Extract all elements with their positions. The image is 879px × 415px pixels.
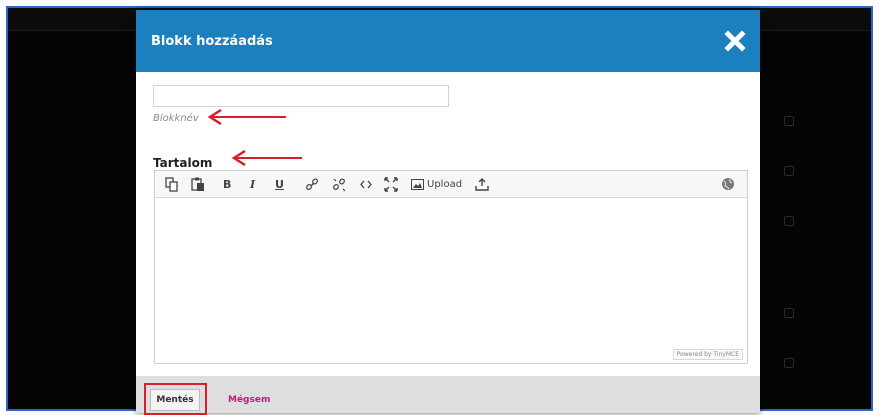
copy-button[interactable] (165, 177, 179, 192)
background-icon (784, 216, 794, 226)
annotation-arrow-icon (207, 109, 286, 125)
unlink-button[interactable] (332, 177, 346, 192)
upload-file-button[interactable] (475, 177, 489, 192)
powered-by-label: Powered by TinyMCE (672, 349, 743, 360)
paste-icon (191, 177, 204, 191)
close-icon (724, 30, 746, 52)
annotation-arrow-icon (231, 150, 302, 166)
modal-header: Blokk hozzáadás (136, 10, 760, 72)
modal-title: Blokk hozzáadás (151, 34, 273, 49)
rich-text-editor: B I U Upload Powered by TinyMCE (154, 170, 748, 364)
editor-content-area[interactable] (155, 198, 747, 348)
code-icon (360, 180, 372, 189)
close-button[interactable] (724, 30, 746, 52)
link-button[interactable] (305, 177, 319, 192)
block-name-input[interactable] (153, 85, 449, 107)
block-name-label: Blokknév (153, 113, 199, 124)
background-icon (784, 308, 794, 318)
background-icon (784, 166, 794, 176)
modal-footer: Mentés Mégsem (136, 376, 760, 415)
fullscreen-icon (384, 177, 398, 192)
bold-button[interactable]: B (223, 177, 231, 192)
cancel-link[interactable]: Mégsem (228, 395, 270, 405)
underline-button[interactable]: U (275, 177, 284, 192)
copy-icon (165, 177, 178, 192)
upload-image-button[interactable]: Upload (411, 177, 462, 192)
unlink-icon (333, 178, 346, 192)
upload-file-icon (475, 178, 489, 191)
add-block-modal: Blokk hozzáadás Blokknév Tartalom B I U … (136, 10, 760, 415)
upload-label: Upload (427, 179, 463, 190)
background-icon (784, 358, 794, 368)
fullscreen-button[interactable] (384, 177, 398, 192)
code-button[interactable] (359, 177, 373, 192)
content-label: Tartalom (153, 156, 213, 170)
globe-icon (722, 178, 734, 190)
background-icon (784, 116, 794, 126)
link-icon (306, 178, 318, 190)
paste-button[interactable] (191, 177, 205, 192)
save-button[interactable]: Mentés (150, 389, 200, 411)
image-icon (411, 179, 424, 190)
italic-button[interactable]: I (250, 177, 255, 192)
globe-button[interactable] (721, 177, 735, 192)
editor-toolbar: B I U Upload (155, 171, 747, 198)
